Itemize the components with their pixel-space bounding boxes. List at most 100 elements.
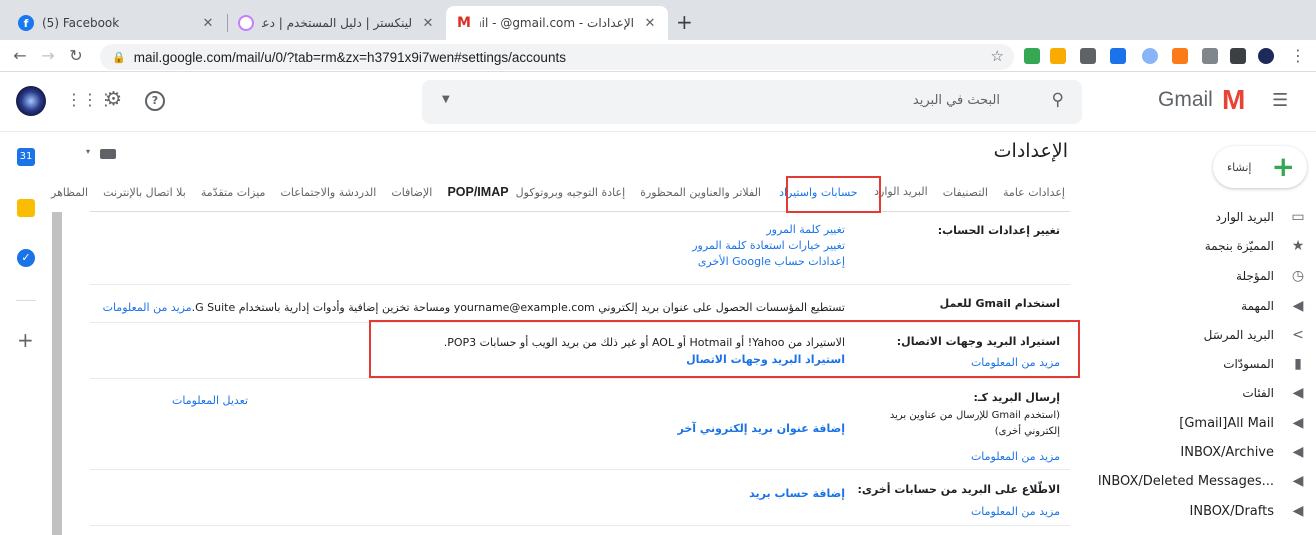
extension-icon[interactable]: [1050, 48, 1066, 64]
reload-button[interactable]: ↻: [66, 46, 86, 65]
nav-starred[interactable]: المميّزة بنجمة ★: [1106, 233, 1306, 259]
tab-pop-imap[interactable]: POP/IMAP: [442, 176, 508, 208]
puzzle-icon[interactable]: [1230, 48, 1246, 64]
nav-sent[interactable]: البريد المرسَل <: [1106, 322, 1306, 348]
add-mail-account-link[interactable]: إضافة حساب بريد: [749, 487, 845, 500]
close-icon[interactable]: ✕: [200, 16, 216, 31]
extension-icon[interactable]: [1080, 48, 1096, 64]
tab-labels[interactable]: التصنيفات: [938, 177, 993, 209]
nav-all-mail[interactable]: [Gmail]All Mail ◀: [1106, 410, 1306, 436]
calendar-icon[interactable]: 31: [17, 148, 35, 166]
row-label: إرسال البريد كـ:: [973, 391, 1060, 404]
nav-inbox[interactable]: البريد الوارد ▭: [1106, 204, 1306, 230]
extension-icon[interactable]: [1142, 48, 1158, 64]
search-icon[interactable]: ⚲: [1052, 90, 1064, 110]
nav-drafts[interactable]: المسودّات ▮: [1106, 351, 1306, 377]
tab-forwarding[interactable]: إعادة التوجيه وبروتوكول: [514, 177, 630, 209]
tab-themes[interactable]: المظاهر: [46, 177, 93, 209]
tab-general[interactable]: إعدادات عامة: [998, 177, 1070, 209]
search-box[interactable]: ▼ البحث في البريد ⚲: [422, 80, 1082, 124]
nav-inbox-archive[interactable]: INBOX/Archive ◀: [1106, 439, 1306, 465]
plus-icon: +: [1271, 150, 1295, 183]
tab-title: لينكستر | دليل المستخدم | دعم العم: [262, 16, 412, 30]
add-app-icon[interactable]: +: [17, 328, 34, 352]
settings-row-business: استخدام Gmail للعمل تستطيع المؤسسات الحص…: [90, 285, 1070, 323]
compose-label: إنشاء: [1227, 160, 1252, 174]
tab-addons[interactable]: الإضافات: [386, 177, 437, 209]
tab-title: الإعدادات - Gmail - @gmail.com: [480, 16, 634, 30]
extension-icon[interactable]: [1024, 48, 1040, 64]
omnibox[interactable]: 🔒 mail.google.com/mail/u/0/?tab=rm&zx=h3…: [100, 44, 1014, 70]
keyboard-icon[interactable]: [100, 149, 116, 159]
nav-label: المهمة: [1241, 299, 1274, 313]
password-recovery-link[interactable]: تغيير خيارات استعادة كلمة المرور: [692, 238, 845, 254]
extension-icon[interactable]: [1202, 48, 1218, 64]
main-menu-icon[interactable]: ☰: [1272, 90, 1288, 111]
forward-button[interactable]: →: [38, 46, 58, 65]
tab-linkster[interactable]: لينكستر | دليل المستخدم | دعم العم ✕: [228, 6, 446, 40]
tab-chat-meet[interactable]: الدردشة والاجتماعات: [276, 177, 382, 209]
tab-gmail-settings[interactable]: M الإعدادات - Gmail - @gmail.com ✕: [446, 6, 668, 40]
account-links: تغيير كلمة المرور تغيير خيارات استعادة ك…: [692, 222, 845, 270]
business-text: تستطيع المؤسسات الحصول على عنوان بريد إل…: [191, 301, 845, 314]
business-description: تستطيع المؤسسات الحصول على عنوان بريد إل…: [103, 296, 845, 315]
tab-offline[interactable]: بلا اتصال بالإنترنت: [98, 177, 191, 209]
gmail-header: ⋮⋮⋮ ⚙ ? ▼ البحث في البريد ⚲ Gmail M ☰: [0, 72, 1316, 132]
key-icon[interactable]: [1172, 48, 1188, 64]
gmail-logo-icon[interactable]: M: [1222, 86, 1245, 114]
menu-dots-icon[interactable]: ⋮: [1288, 46, 1308, 65]
send-as-note: (استخدم Gmail للإرسال من عناوين بريد إلك…: [860, 408, 1060, 440]
tasks-icon[interactable]: ✓: [17, 249, 35, 267]
learn-more-link[interactable]: مزيد من المعلومات: [971, 450, 1060, 463]
tab-filters[interactable]: الفلاتر والعناوين المحظورة: [635, 177, 766, 209]
gmail-icon: M: [456, 15, 472, 31]
settings-row-check-mail: الاطّلاع على البريد من حسابات أخرى: مزيد…: [90, 470, 1070, 526]
label-icon: ◀: [1292, 415, 1304, 431]
back-button[interactable]: ←: [10, 46, 30, 65]
close-icon[interactable]: ✕: [642, 16, 658, 31]
check-mail-learn-more: مزيد من المعلومات: [971, 500, 1060, 519]
search-input[interactable]: البحث في البريد: [913, 93, 1000, 108]
learn-more-link[interactable]: مزيد من المعلومات: [103, 301, 192, 314]
gear-icon[interactable]: ⚙: [105, 88, 122, 110]
send-icon: <: [1292, 327, 1304, 343]
settings-row-change-account: تغيير إعدادات الحساب: تغيير كلمة المرور …: [90, 212, 1070, 285]
change-password-link[interactable]: تغيير كلمة المرور: [692, 222, 845, 238]
bookmark-star-icon[interactable]: ☆: [991, 47, 1004, 65]
google-account-settings-link[interactable]: إعدادات حساب Google الأخرى: [692, 254, 845, 270]
edit-info-link[interactable]: تعديل المعلومات: [172, 394, 248, 407]
extension-icon[interactable]: [1110, 48, 1126, 64]
linkster-icon: [238, 15, 254, 31]
nav-important[interactable]: المهمة ◀: [1106, 293, 1306, 319]
nav-label: البريد المرسَل: [1203, 328, 1274, 342]
keep-icon[interactable]: [17, 199, 35, 217]
label-icon: ◀: [1292, 444, 1304, 460]
add-email-address-link[interactable]: إضافة عنوان بريد إلكتروني آخر: [677, 422, 845, 435]
address-bar: ← → ↻ 🔒 mail.google.com/mail/u/0/?tab=rm…: [0, 40, 1316, 72]
close-icon[interactable]: ✕: [420, 16, 436, 31]
account-avatar[interactable]: [16, 86, 46, 116]
new-tab-button[interactable]: +: [676, 12, 693, 32]
nav-inbox-drafts[interactable]: INBOX/Drafts ◀: [1106, 498, 1306, 524]
send-as-action: إضافة عنوان بريد إلكتروني آخر: [677, 417, 845, 436]
draft-icon: ▮: [1294, 356, 1302, 372]
nav-snoozed[interactable]: المؤجلة ◷: [1106, 263, 1306, 289]
help-icon[interactable]: ?: [145, 91, 165, 111]
nav-label: INBOX/Deleted Messages...: [1097, 473, 1274, 489]
tab-advanced[interactable]: ميزات متقدّمة: [196, 177, 271, 209]
tab-facebook[interactable]: f (5) Facebook ✕: [8, 6, 226, 40]
input-tools-dropdown[interactable]: ▾: [86, 147, 90, 156]
learn-more-link[interactable]: مزيد من المعلومات: [971, 505, 1060, 518]
expand-arrow-icon[interactable]: ◀: [1297, 388, 1303, 397]
nav-categories[interactable]: الفئات ◀: [1106, 380, 1306, 406]
import-highlight-box: [369, 320, 1080, 378]
search-options-icon[interactable]: ▼: [442, 94, 450, 105]
label-icon: ◀: [1292, 473, 1304, 489]
nav-deleted-messages[interactable]: INBOX/Deleted Messages... ◀: [1098, 468, 1306, 494]
url-text[interactable]: mail.google.com/mail/u/0/?tab=rm&zx=h379…: [134, 50, 566, 65]
scrollbar[interactable]: [52, 212, 62, 535]
gmail-logo-text[interactable]: Gmail: [1158, 88, 1213, 112]
compose-button[interactable]: إنشاء +: [1213, 146, 1307, 188]
profile-avatar[interactable]: [1258, 48, 1274, 64]
tab-highlight-box: [786, 176, 881, 213]
